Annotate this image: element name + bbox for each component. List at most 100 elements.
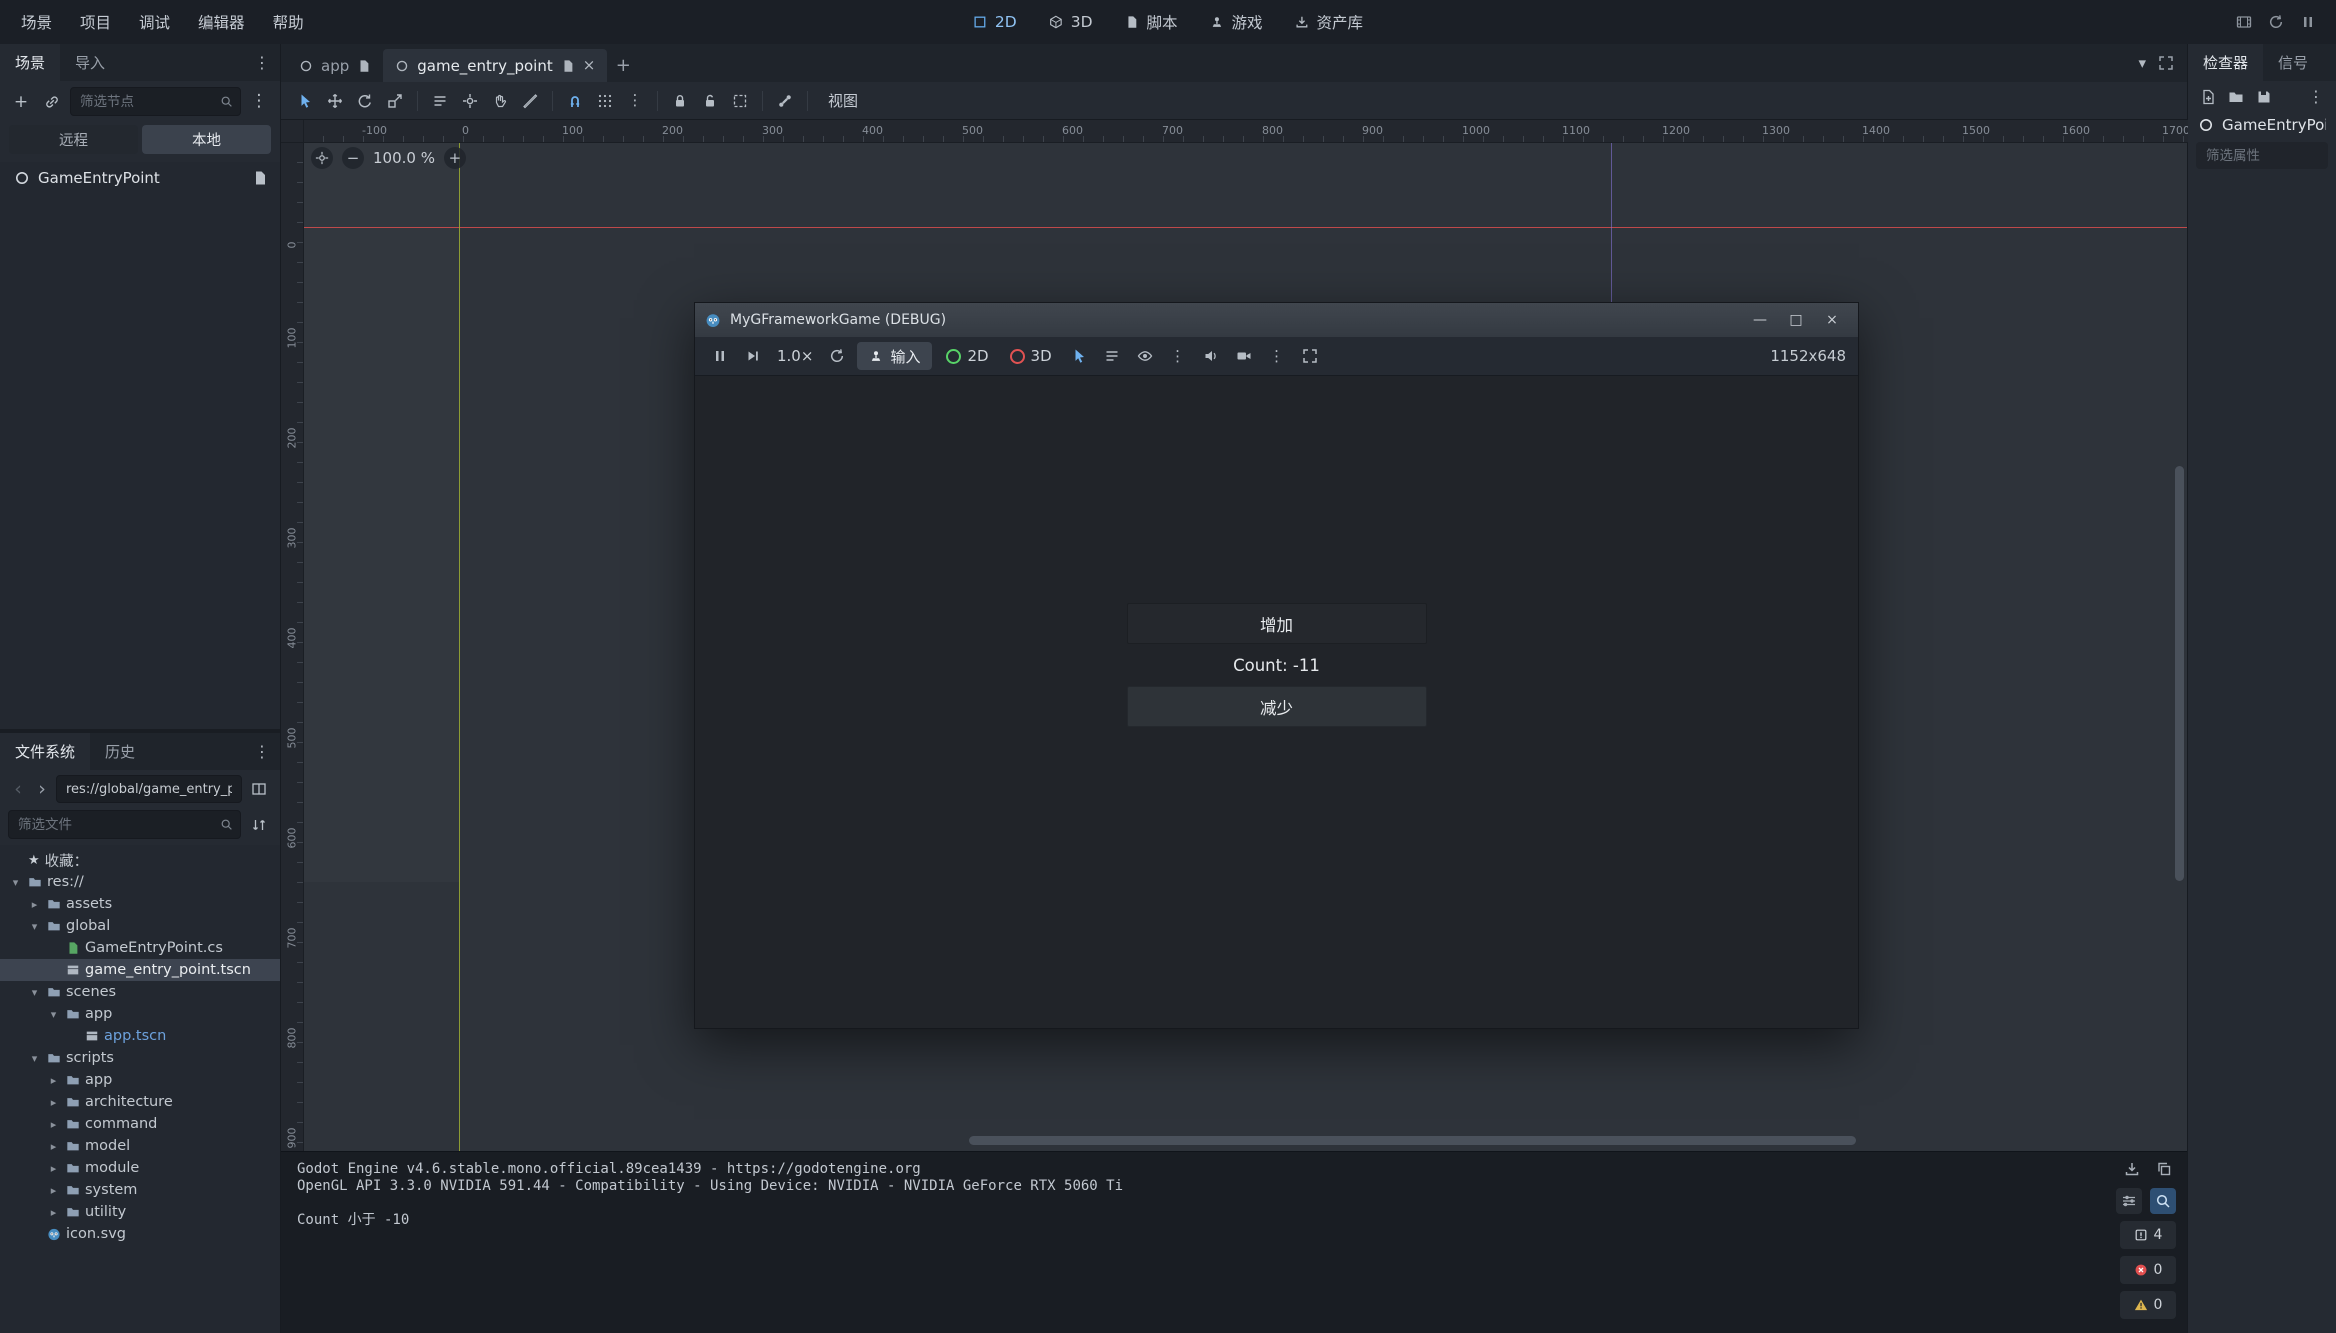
chevron-down-icon[interactable]: ▾ [46, 1008, 61, 1021]
chevron-right-icon[interactable]: ▸ [46, 1206, 61, 1219]
pan-tool-icon[interactable] [486, 87, 514, 115]
mode-3d-toggle[interactable]: 3D [1003, 347, 1059, 365]
new-scene-tab-button[interactable]: + [607, 49, 639, 82]
kebab-icon[interactable]: ⋮ [246, 89, 272, 115]
reset-speed-icon[interactable] [824, 343, 850, 369]
chevron-right-icon[interactable]: ▸ [46, 1118, 61, 1131]
fs-item-scripts[interactable]: ▾scripts [0, 1047, 280, 1069]
movie-maker-icon[interactable] [2236, 14, 2252, 30]
rotate-tool-icon[interactable] [351, 87, 379, 115]
workspace-3d[interactable]: 3D [1037, 7, 1105, 37]
next-frame-icon[interactable] [740, 343, 766, 369]
tab-history[interactable]: 历史 [90, 733, 150, 770]
suspend-game-icon[interactable] [707, 343, 733, 369]
filter-files-field[interactable] [16, 816, 215, 834]
close-button[interactable]: × [1816, 307, 1848, 333]
kebab-icon[interactable]: ⋮ [244, 44, 280, 81]
chevron-down-icon[interactable]: ▾ [27, 986, 42, 999]
fs-item-system[interactable]: ▸system [0, 1179, 280, 1201]
scene-tabs-menu-icon[interactable]: ▾ [2138, 56, 2146, 71]
tab-scene[interactable]: 场景 [0, 44, 60, 81]
menu-editor[interactable]: 编辑器 [185, 5, 258, 39]
fs-item-command[interactable]: ▸command [0, 1113, 280, 1135]
split-view-icon[interactable] [246, 776, 272, 802]
mode-2d-toggle[interactable]: 2D [939, 347, 995, 365]
snap-options-icon[interactable]: ⋮ [621, 87, 649, 115]
fs-item-architecture[interactable]: ▸architecture [0, 1091, 280, 1113]
move-tool-icon[interactable] [321, 87, 349, 115]
path-field[interactable] [64, 781, 234, 798]
filter-nodes-input[interactable] [70, 87, 241, 116]
fs-item-global[interactable]: ▾global [0, 915, 280, 937]
ruler-tool-icon[interactable] [516, 87, 544, 115]
zoom-out-button[interactable]: − [342, 147, 364, 169]
zoom-in-button[interactable]: + [444, 147, 466, 169]
fs-item-app-tscn[interactable]: app.tscn [0, 1025, 280, 1047]
menu-project[interactable]: 项目 [67, 5, 124, 39]
remote-button[interactable]: 远程 [9, 125, 138, 154]
fs-item-scenes[interactable]: ▾scenes [0, 981, 280, 1003]
history-forward-button[interactable]: › [32, 777, 52, 801]
zoom-level[interactable]: 100.0 % [373, 149, 435, 167]
mute-audio-icon[interactable] [1198, 343, 1224, 369]
fs-item-game-entry-point-tscn[interactable]: game_entry_point.tscn [0, 959, 280, 981]
new-resource-icon[interactable] [2200, 89, 2216, 105]
selection-list-icon[interactable] [426, 87, 454, 115]
pivot-tool-icon[interactable] [456, 87, 484, 115]
menu-debug[interactable]: 调试 [126, 5, 183, 39]
workspace-2d[interactable]: 2D [961, 7, 1029, 37]
view-menu[interactable]: 视图 [816, 86, 870, 115]
workspace-assetlib[interactable]: 资产库 [1283, 5, 1376, 39]
kebab-icon[interactable]: ⋮ [1165, 343, 1191, 369]
fs-item-utility[interactable]: ▸utility [0, 1201, 280, 1223]
workspace-script[interactable]: 脚本 [1113, 5, 1190, 39]
chevron-right-icon[interactable]: ▸ [46, 1184, 61, 1197]
fs-item-assets[interactable]: ▸assets [0, 893, 280, 915]
fs-item-favorites[interactable]: ★收藏： [0, 849, 280, 871]
skeleton-options-icon[interactable] [771, 87, 799, 115]
search-icon[interactable] [2150, 1188, 2176, 1214]
input-mode-toggle[interactable]: 输入 [857, 342, 932, 370]
fs-item-scripts-app[interactable]: ▸app [0, 1069, 280, 1091]
maximize-button[interactable]: □ [1780, 307, 1812, 333]
fs-item-module[interactable]: ▸module [0, 1157, 280, 1179]
kebab-icon[interactable]: ⋮ [244, 733, 280, 770]
minimize-button[interactable]: — [1744, 307, 1776, 333]
fs-item-model[interactable]: ▸model [0, 1135, 280, 1157]
scene-tab-app[interactable]: app [287, 49, 383, 82]
tab-filesystem[interactable]: 文件系统 [0, 733, 90, 770]
distraction-free-icon[interactable] [2158, 55, 2174, 71]
attached-script-icon[interactable] [252, 170, 268, 186]
group-icon[interactable] [726, 87, 754, 115]
chevron-right-icon[interactable]: ▸ [46, 1074, 61, 1087]
chevron-right-icon[interactable]: ▸ [27, 898, 42, 911]
fs-item-gameentrypoint-cs[interactable]: GameEntryPoint.cs [0, 937, 280, 959]
kebab-icon[interactable]: ⋮ [2308, 89, 2324, 105]
copy-icon[interactable] [2152, 1157, 2176, 1181]
menu-scene[interactable]: 场景 [8, 5, 65, 39]
fs-item-scenes-app[interactable]: ▾app [0, 1003, 280, 1025]
smart-snap-icon[interactable] [561, 87, 589, 115]
file-sort-icon[interactable] [246, 812, 272, 838]
save-resource-icon[interactable] [2256, 89, 2272, 105]
horizontal-scrollbar[interactable] [969, 1136, 1856, 1145]
filter-properties-input[interactable] [2196, 142, 2328, 169]
kebab-icon[interactable]: ⋮ [1264, 343, 1290, 369]
current-path-input[interactable] [56, 775, 242, 803]
select-tool-icon[interactable] [291, 87, 319, 115]
select-mode-icon[interactable] [1066, 343, 1092, 369]
chevron-down-icon[interactable]: ▾ [27, 920, 42, 933]
fs-item-icon-svg[interactable]: icon.svg [0, 1223, 280, 1245]
chevron-right-icon[interactable]: ▸ [46, 1162, 61, 1175]
tab-inspector[interactable]: 检查器 [2188, 44, 2263, 81]
scale-tool-icon[interactable] [381, 87, 409, 115]
tab-import[interactable]: 导入 [60, 44, 120, 81]
unlock-icon[interactable] [696, 87, 724, 115]
tab-signals[interactable]: 信号 [2263, 44, 2323, 81]
vertical-scrollbar[interactable] [2175, 466, 2184, 881]
lock-icon[interactable] [666, 87, 694, 115]
visibility-icon[interactable] [1132, 343, 1158, 369]
speed-label[interactable]: 1.0× [773, 347, 817, 365]
errors-badge[interactable]: 0 [2120, 1256, 2176, 1284]
scene-node-root[interactable]: GameEntryPoint [0, 162, 280, 194]
